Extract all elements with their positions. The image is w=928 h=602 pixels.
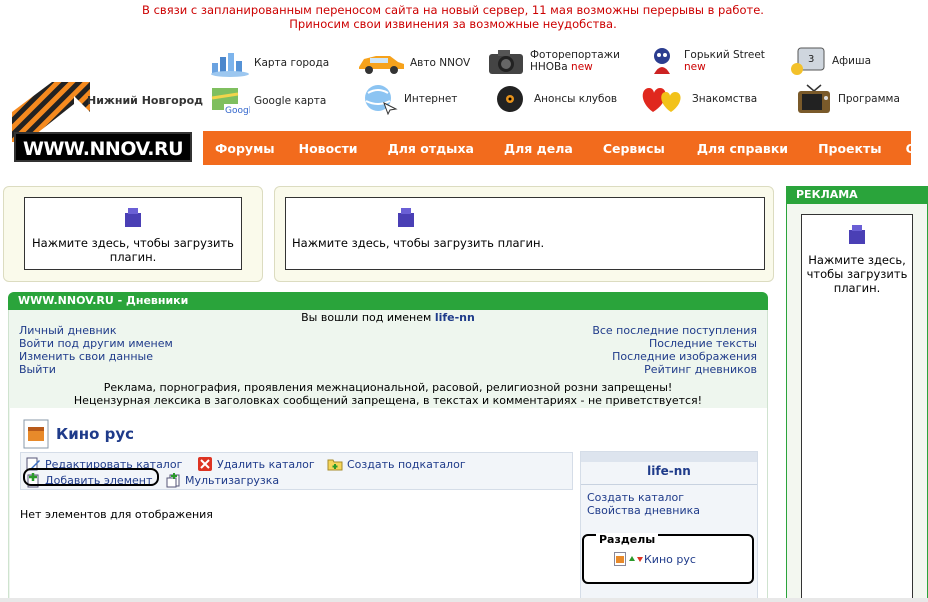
quick-link-tv-program[interactable]: Программа xyxy=(794,84,900,114)
nav-leisure[interactable]: Для отдыха xyxy=(370,141,486,156)
quick-link-label: Авто NNOV xyxy=(410,57,471,69)
logo-text: WWW.NNOV.RU xyxy=(14,132,192,162)
nav-projects[interactable]: Проекты xyxy=(800,141,894,156)
link-all-recent[interactable]: Все последние поступления xyxy=(592,324,757,337)
svg-text:3: 3 xyxy=(808,54,814,65)
link-edit-profile[interactable]: Изменить свои данные xyxy=(19,350,153,363)
quick-link-gorky-street[interactable]: Горький Street new xyxy=(644,46,765,76)
tv-icon xyxy=(794,84,834,114)
plugin-text: Нажмите здесь, чтобы загрузить плагин. xyxy=(292,236,545,250)
camera-icon xyxy=(486,46,526,76)
diary-properties-link[interactable]: Свойства дневника xyxy=(587,504,700,517)
diary-sidebar: life-nn Создать каталог Свойства дневник… xyxy=(580,451,758,602)
main-nav: Форумы Новости Для отдыха Для дела Серви… xyxy=(203,131,928,165)
plugin-placeholder-left[interactable]: Нажмите здесь, чтобы загрузить плагин. xyxy=(24,197,242,270)
link-recent-texts[interactable]: Последние тексты xyxy=(649,337,757,350)
sidebar-username[interactable]: life-nn xyxy=(581,464,757,478)
delete-catalog-button[interactable]: Удалить каталог xyxy=(197,456,315,472)
reorder-arrows-icon[interactable] xyxy=(628,554,644,564)
quick-link-label: Фоторепортажи ННОВа new xyxy=(530,49,620,73)
quick-link-label: Карта города xyxy=(254,57,330,69)
username[interactable]: life-nn xyxy=(435,311,475,324)
quick-link-label: Горький Street new xyxy=(684,49,765,73)
plugin-text-line1: Нажмите здесь, xyxy=(808,253,906,267)
street-icon xyxy=(644,46,680,76)
notice-line-1: В связи с запланированным переносом сайт… xyxy=(142,3,764,17)
create-catalog-link[interactable]: Создать каталог xyxy=(587,491,684,504)
diary-heading: WWW.NNOV.RU - Дневники xyxy=(8,292,768,310)
rules-line-1: Реклама, порнография, проявления межнаци… xyxy=(103,381,673,394)
sections-title: Разделы xyxy=(596,533,659,546)
plugin-text-line1: Нажмите здесь, чтобы загрузить xyxy=(32,236,234,250)
link-login-other[interactable]: Войти под другим именем xyxy=(19,337,173,350)
plugin-placeholder-center[interactable]: Нажмите здесь, чтобы загрузить плагин. xyxy=(285,197,765,270)
multi-upload-icon xyxy=(166,473,180,488)
nav-news[interactable]: Новости xyxy=(287,141,370,156)
quick-link-city-map[interactable]: Карта города xyxy=(210,48,329,78)
quick-link-club-announcements[interactable]: Анонсы клубов xyxy=(490,84,617,114)
multi-upload-button[interactable]: Мультизагрузка xyxy=(165,472,279,488)
plugin-icon xyxy=(849,225,865,244)
quick-link-internet[interactable]: Интернет xyxy=(360,84,458,115)
nav-about[interactable]: О сайте xyxy=(894,141,928,156)
quick-link-auto[interactable]: Авто NNOV xyxy=(356,48,470,78)
internet-icon xyxy=(360,84,400,115)
quick-link-photo-reports[interactable]: Фоторепортажи ННОВа new xyxy=(486,46,620,76)
car-icon xyxy=(356,48,406,78)
link-logout[interactable]: Выйти xyxy=(19,363,56,376)
quick-link-label: Афиша xyxy=(832,55,872,67)
page-bottom-edge xyxy=(0,598,928,602)
section-item-kino-rus[interactable]: Кино рус xyxy=(614,552,696,566)
link-diary-rating[interactable]: Рейтинг дневников xyxy=(644,363,757,376)
quick-link-label: Знакомства xyxy=(692,93,758,105)
quick-link-google-map[interactable]: Google Google карта xyxy=(210,86,326,116)
city-map-icon xyxy=(210,48,250,78)
catalog-title: Кино рус xyxy=(56,425,135,443)
create-subcatalog-button[interactable]: Создать подкаталог xyxy=(327,456,466,472)
plugin-text-line2: чтобы загрузить xyxy=(806,267,908,281)
quick-link-label: Анонсы клубов xyxy=(534,93,618,105)
poster-icon: 3 xyxy=(788,46,828,76)
quick-link-label: Интернет xyxy=(404,93,458,105)
plugin-icon xyxy=(125,208,141,227)
catalog-icon xyxy=(23,419,49,449)
plugin-placeholder-ad[interactable]: Нажмите здесь, чтобы загрузить плагин. xyxy=(801,214,913,602)
notice-line-2: Приносим свои извинения за возможные неу… xyxy=(289,17,617,31)
delete-icon xyxy=(198,457,212,471)
catalog-small-icon xyxy=(614,552,626,566)
quick-link-dating[interactable]: Знакомства xyxy=(638,84,757,114)
site-header: В связи с запланированным переносом сайт… xyxy=(0,0,928,178)
google-map-icon: Google xyxy=(210,86,250,116)
banner-panel-left: Нажмите здесь, чтобы загрузить плагин. xyxy=(3,186,263,282)
nav-reference[interactable]: Для справки xyxy=(677,141,800,156)
empty-state-message: Нет элементов для отображения xyxy=(20,508,213,521)
nav-services[interactable]: Сервисы xyxy=(585,141,677,156)
banner-panel-center: Нажмите здесь, чтобы загрузить плагин. xyxy=(274,186,774,282)
vinyl-icon xyxy=(490,84,530,114)
link-personal-diary[interactable]: Личный дневник xyxy=(19,324,116,337)
logged-in-status: Вы вошли под именем life-nn xyxy=(301,311,475,324)
plugin-text-line2: плагин. xyxy=(109,250,157,264)
plugin-icon xyxy=(398,208,414,227)
svg-text:Google: Google xyxy=(225,106,250,116)
link-recent-images[interactable]: Последние изображения xyxy=(612,350,757,363)
quick-link-afisha[interactable]: 3 Афиша xyxy=(788,46,871,76)
diary-panel: WWW.NNOV.RU - Дневники Вы вошли под имен… xyxy=(8,292,768,602)
nav-forums[interactable]: Форумы xyxy=(203,141,287,156)
quick-link-label: Программа xyxy=(838,93,900,105)
catalog-content: Кино рус Редактировать каталог Удалить к… xyxy=(10,408,767,602)
hearts-icon xyxy=(638,84,688,114)
plugin-text-line3: плагин. xyxy=(833,281,881,295)
nav-business[interactable]: Для дела xyxy=(486,141,585,156)
ad-heading: РЕКЛАМА xyxy=(786,186,928,204)
maintenance-notice: В связи с запланированным переносом сайт… xyxy=(0,3,906,31)
folder-add-icon xyxy=(327,459,343,471)
sections-box: Разделы Кино рус xyxy=(582,533,754,584)
ad-panel: РЕКЛАМА Нажмите здесь, чтобы загрузить п… xyxy=(786,186,928,602)
city-name: Нижний Новгород xyxy=(87,94,204,107)
rules-line-2: Нецензурная лексика в заголовках сообщен… xyxy=(73,394,703,407)
quick-link-label: Google карта xyxy=(254,95,327,107)
add-element-highlight xyxy=(23,468,159,486)
